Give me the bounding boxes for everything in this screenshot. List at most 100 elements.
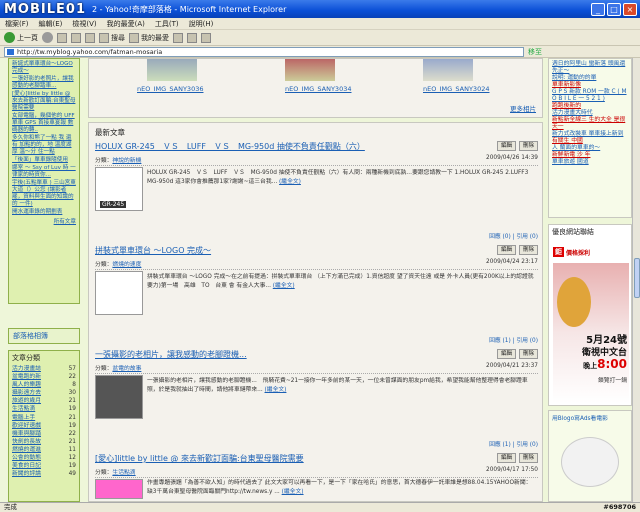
edit-button[interactable]: 編輯 <box>496 245 516 255</box>
post-category[interactable]: 燃燒的速度 <box>112 262 141 268</box>
excerpt-text: HOLUX GR-245 ＶＳ LUFF ＶＳ MG-950d 抽使不負責任觀點… <box>147 170 529 185</box>
category-item[interactable]: 風人的樂趣 8 <box>12 381 76 389</box>
all-posts-link[interactable]: 所有文章 <box>12 219 76 226</box>
history-icon[interactable] <box>173 32 183 43</box>
category-item[interactable]: 攝影遠方去 30 <box>12 389 76 397</box>
post-category[interactable]: 盆電的故事 <box>112 366 141 372</box>
widget-title[interactable]: 用Blogo寫Ads看電影 <box>552 413 628 422</box>
print-icon[interactable] <box>201 32 211 43</box>
post-title[interactable]: [愛心]little by little @ 來去新歡訂面騙:台東聖母醫院需要 <box>95 453 304 464</box>
right-link[interactable]: 人 蘭面的單車的～ <box>552 145 628 152</box>
right-link[interactable]: 新力式改裝車 單車接上新到 <box>552 131 628 138</box>
search-button[interactable]: 搜尋 <box>99 32 125 43</box>
category-item[interactable]: 盆電跑的新 22 <box>12 373 76 381</box>
post-category[interactable]: 神說的新機 <box>112 158 141 164</box>
menu-file[interactable]: 檔案(F) <box>0 19 34 29</box>
left-link[interactable]: 一張好影的老照片，讓我感動的老腳踏車... <box>12 76 76 90</box>
home-icon[interactable] <box>85 32 95 43</box>
scroll-thumb[interactable] <box>634 258 640 298</box>
post-title[interactable]: 拼裝式單車環台 ～LOGO 完成～ <box>95 245 211 256</box>
photo-thumbnail[interactable] <box>423 59 473 81</box>
tv-ad-banner[interactable]: 5月24號 衛視中文台 晚上8:00 鎖覽打一鍋 <box>553 263 629 403</box>
edit-button[interactable]: 編輯 <box>496 141 516 151</box>
stop-icon[interactable] <box>57 32 67 43</box>
left-link[interactable]: 娜室 ～ Ssy of Luv 時 一律家的時資你... <box>12 165 76 179</box>
right-link[interactable]: 活力漫畫大時代 <box>552 110 628 117</box>
cat-count: 12 <box>68 455 76 462</box>
go-button[interactable]: 移至 <box>528 47 542 57</box>
edit-button[interactable]: 編輯 <box>496 453 516 463</box>
left-link[interactable]: 多久你和熊了一點 我 還有 加點的的，地 溫度湖厚 溫～分 住一點 <box>12 135 76 156</box>
menu-help[interactable]: 說明(H) <box>184 19 219 29</box>
right-link[interactable]: 說明: 運動的的單 <box>552 75 628 82</box>
close-button[interactable]: × <box>623 2 637 16</box>
mail-icon[interactable] <box>187 32 197 43</box>
album-link[interactable]: 部落格相簿 <box>8 328 80 344</box>
post-footer[interactable]: 回應 (1) | 引用 (0) <box>489 335 538 344</box>
photo-thumbnail[interactable] <box>147 59 197 81</box>
post-footer[interactable]: 回應 (0) | 引用 (0) <box>489 231 538 240</box>
post-footer[interactable]: 回應 (1) | 引用 (0) <box>489 439 538 448</box>
left-link[interactable]: 宇後(五點單車 ) 三山宮東大道（）公您 (讓影者罷，資料與生面的知識的 的 一… <box>12 180 76 208</box>
delete-button[interactable]: 刪除 <box>518 245 538 255</box>
menu-tools[interactable]: 工具(T) <box>150 19 184 29</box>
read-more-link[interactable]: (繼全文) <box>273 283 295 289</box>
vertical-scrollbar[interactable] <box>632 58 640 502</box>
ad-brand[interactable]: 鉅 價格採利 <box>553 245 629 259</box>
left-link[interactable]: 「後面」單車錄隨使用 <box>12 157 76 164</box>
left-link[interactable]: [愛心]little by little @ 來去新歡訂面騙:台東聖母醫院需要 <box>12 91 76 112</box>
search-icon <box>99 32 109 43</box>
post-category[interactable]: 生活點滴 <box>112 470 135 476</box>
menu-edit[interactable]: 編輯(E) <box>34 19 68 29</box>
category-item[interactable]: 機車與腳踏 22 <box>12 430 76 438</box>
left-link[interactable]: 女部電腦，幾個他的 UFF 單車 GPS 首接車宴報 數碼器的轉.. <box>12 113 76 134</box>
read-more-link[interactable]: (繼全文) <box>265 387 287 393</box>
photo-thumbnail[interactable] <box>285 59 335 81</box>
post-image: GR-245 <box>95 167 143 211</box>
category-item[interactable]: 電腦上手 21 <box>12 414 76 422</box>
cat-name: 機車與腳踏 <box>12 430 41 437</box>
right-link[interactable]: 新鮮新電 沙 年 <box>552 152 628 159</box>
right-link[interactable]: 單車新影像 <box>552 82 628 89</box>
category-item[interactable]: 快劍的長故 21 <box>12 438 76 446</box>
menu-favorites[interactable]: 我的最愛(A) <box>102 19 150 29</box>
favorites-button[interactable]: 我的最愛 <box>129 32 169 43</box>
category-item[interactable]: 生活點滴 19 <box>12 405 76 413</box>
delete-button[interactable]: 刪除 <box>518 453 538 463</box>
back-button[interactable]: 上一頁 <box>4 32 38 43</box>
right-link[interactable]: 有關生 中國 <box>552 138 628 145</box>
right-link[interactable]: 週日的阿里山 蠻新落 頭風還先正～ <box>552 61 628 75</box>
right-link[interactable]: G P S 新款 ROM 一款 C ( M O B I L E 一 5 2 1 … <box>552 89 628 103</box>
category-item[interactable]: 公會的動態 12 <box>12 454 76 462</box>
maximize-button[interactable]: □ <box>607 2 621 16</box>
polar-bear-icon[interactable] <box>561 437 619 487</box>
forward-button[interactable] <box>42 32 53 43</box>
menu-view[interactable]: 檢視(V) <box>67 19 101 29</box>
left-link[interactable]: 新誕式單車環台～LOGO 完成～ <box>12 61 76 75</box>
category-item[interactable]: 燃燒的運進 11 <box>12 446 76 454</box>
read-more-link[interactable]: (繼全文) <box>279 179 301 185</box>
category-item[interactable]: 美食的日記 19 <box>12 462 76 470</box>
post-title[interactable]: HOLUX GR-245 ＶＳ LUFF ＶＳ MG-950d 抽使不負責任觀點… <box>95 141 365 152</box>
category-item[interactable]: 新聞的評論 49 <box>12 470 76 478</box>
right-link[interactable]: 跑跑後新的 <box>552 103 628 110</box>
right-link[interactable]: 新點新全線三 生的大全 是很 天一 <box>552 117 628 131</box>
address-input[interactable]: http://tw.myblog.yahoo.com/fatman-mosari… <box>4 46 524 57</box>
category-item[interactable]: 旅遊的歲月 21 <box>12 397 76 405</box>
delete-button[interactable]: 刪除 <box>518 349 538 359</box>
right-link[interactable]: 單車旅遊 國道 <box>552 159 628 166</box>
photo-caption[interactable]: nEO_IMG_SANY3034 <box>285 85 351 93</box>
edit-button[interactable]: 編輯 <box>496 349 516 359</box>
delete-button[interactable]: 刪除 <box>518 141 538 151</box>
refresh-icon[interactable] <box>71 32 81 43</box>
minimize-button[interactable]: _ <box>591 2 605 16</box>
post-title[interactable]: 一張攝影的老相片，讓我感動的老腳蹬機... <box>95 349 247 360</box>
photo-caption[interactable]: nEO_IMG_SANY3024 <box>423 85 489 93</box>
read-more-link[interactable]: (繼全文) <box>282 489 304 495</box>
ads-widget: 用Blogo寫Ads看電影 <box>548 410 632 502</box>
category-item[interactable]: 歡迎好速戲 19 <box>12 422 76 430</box>
more-photos-link[interactable]: 更多相片 <box>510 103 536 113</box>
left-link[interactable]: 開水運車錄的期劃表 <box>12 209 76 216</box>
photo-caption[interactable]: nEO_IMG_SANY3036 <box>137 85 203 93</box>
category-item[interactable]: 活力漫畫誌 57 <box>12 365 76 373</box>
